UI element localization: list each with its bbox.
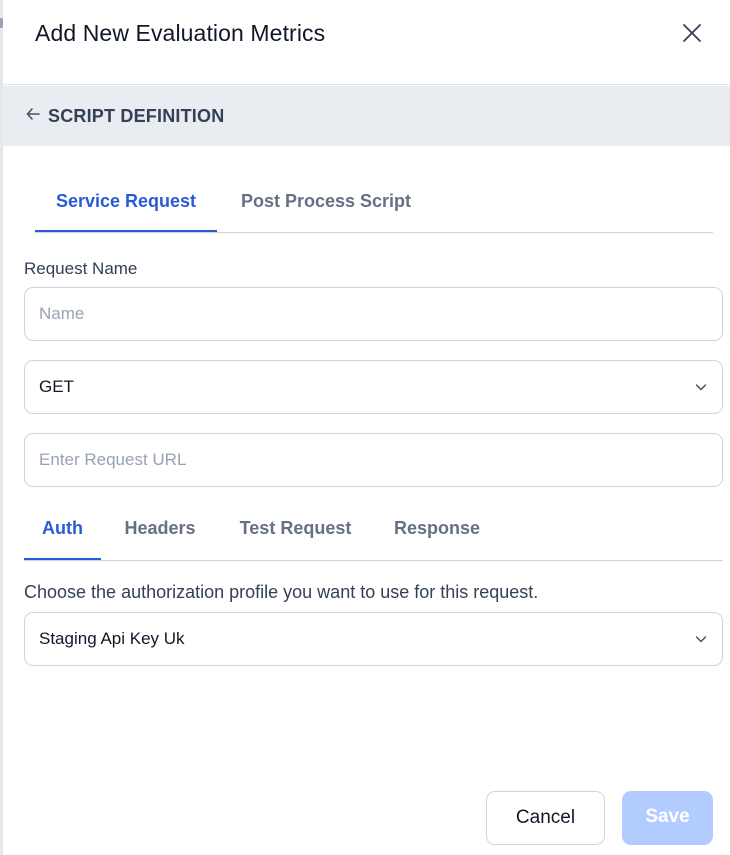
request-tab-bar: Auth Headers Test Request Response: [24, 505, 723, 561]
close-button[interactable]: [679, 20, 705, 46]
auth-description: Choose the authorization profile you wan…: [24, 582, 539, 602]
tab-test-request[interactable]: Test Request: [229, 505, 362, 560]
section-title: SCRIPT DEFINITION: [48, 106, 225, 126]
main-tab-bar: Service Request Post Process Script: [35, 178, 713, 233]
request-name-input[interactable]: [25, 288, 722, 340]
tab-post-process-script[interactable]: Post Process Script: [225, 178, 427, 232]
close-icon: [683, 24, 701, 42]
save-button[interactable]: Save: [622, 791, 713, 845]
back-button[interactable]: [25, 106, 41, 122]
auth-profile-select[interactable]: Staging Api Key Uk: [24, 612, 723, 666]
tab-service-request[interactable]: Service Request: [35, 178, 217, 232]
arrow-left-icon: [26, 108, 40, 120]
request-name-field: [24, 287, 723, 341]
request-name-label: Request Name: [24, 259, 138, 278]
tab-auth[interactable]: Auth: [24, 505, 101, 560]
request-url-field: [24, 433, 723, 487]
chevron-down-icon: [695, 384, 707, 391]
cancel-button[interactable]: Cancel: [486, 791, 605, 845]
method-select[interactable]: GET: [24, 360, 723, 414]
dialog-title: Add New Evaluation Metrics: [35, 20, 326, 46]
method-select-value: GET: [39, 377, 74, 396]
dialog-header: Add New Evaluation Metrics: [3, 0, 730, 85]
chevron-down-icon: [695, 636, 707, 643]
request-url-input[interactable]: [25, 434, 722, 486]
section-header: SCRIPT DEFINITION: [3, 86, 730, 146]
auth-profile-value: Staging Api Key Uk: [39, 629, 185, 648]
tab-response[interactable]: Response: [385, 505, 489, 560]
tab-headers[interactable]: Headers: [115, 505, 205, 560]
